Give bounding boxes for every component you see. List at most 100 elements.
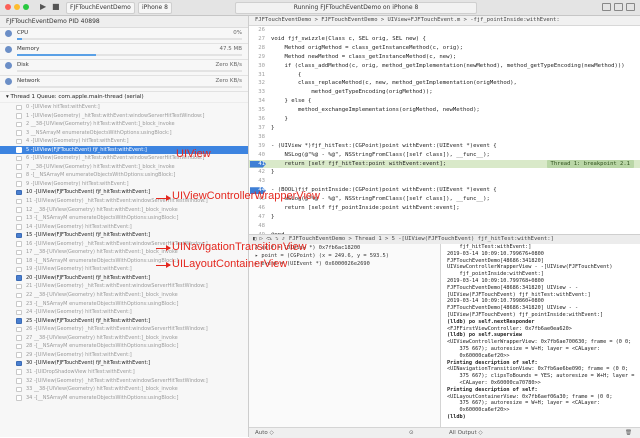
code-line[interactable]: 41 return [self fjf_hitTest:point withEv… [249, 159, 640, 169]
stack-frame[interactable]: 24 -[UIView(Geometry) hitTest:withEvent:… [0, 308, 248, 317]
stack-frame[interactable]: 0 -[UIView hitTest:withEvent:] [0, 103, 248, 112]
code-line[interactable]: 30 if (class_addMethod(c, orig, method_g… [249, 62, 640, 71]
stack-frame[interactable]: 23 -[__NSArrayM enumerateObjectsWithOpti… [0, 300, 248, 309]
stack-frame[interactable]: 28 -[__NSArrayM enumerateObjectsWithOpti… [0, 342, 248, 351]
gauge-cpu[interactable]: CPU 0% [0, 28, 248, 44]
code-line[interactable]: 46 return [self fjf_pointInside:point wi… [249, 204, 640, 213]
stack-frame[interactable]: 12 __38-[UIView(Geometry) hitTest:withEv… [0, 206, 248, 215]
thread-row[interactable]: ▾ Thread 1 Queue: com.apple.main-thread … [0, 92, 248, 103]
frame-icon [16, 104, 22, 110]
gauge-network[interactable]: Network Zero KB/s [0, 76, 248, 92]
stack-frame[interactable]: 29 -[UIView(Geometry) hitTest:withEvent:… [0, 351, 248, 360]
console-line: <FJFFirstViewController: 0x7fb6ae0ea620> [447, 325, 572, 332]
stack-frame[interactable]: 21 -[UIView(Geometry) _hitTest:withEvent… [0, 282, 248, 291]
code-line[interactable]: 48 [249, 222, 640, 231]
line-number[interactable]: 40 [249, 151, 265, 160]
code-line[interactable]: 37} [249, 124, 640, 133]
line-number[interactable]: 28 [249, 44, 265, 53]
line-number[interactable]: 42 [249, 168, 265, 177]
annotation-arrow-head [166, 195, 171, 201]
code-line[interactable]: 29 Method newMethod = class_getInstanceM… [249, 53, 640, 62]
stack-frame[interactable]: 8 -[__NSArrayM enumerateObjectsWithOptio… [0, 171, 248, 180]
gauge-disk[interactable]: Disk Zero KB/s [0, 60, 248, 76]
stack-frame[interactable]: 3 __NSArrayM enumerateObjectsWithOptions… [0, 129, 248, 138]
line-number[interactable]: 48 [249, 222, 265, 231]
stack-frame[interactable]: 26 -[UIView(Geometry) _hitTest:withEvent… [0, 325, 248, 334]
stack-frame[interactable]: 9 -[UIView(Geometry) hitTest:withEvent:] [0, 180, 248, 189]
line-number[interactable]: 27 [249, 35, 265, 44]
close-window-button[interactable] [5, 4, 11, 10]
code-line[interactable]: 39 - (UIView *)fjf_hitTest:(CGPoint)point… [249, 142, 640, 151]
stack-frame[interactable]: 32 -[UIView(Geometry) _hitTest:withEvent… [0, 377, 248, 386]
code-line[interactable]: 27 void fjf_swizzle(Class c, SEL orig, SE… [249, 35, 640, 44]
stack-frame[interactable]: 15 -[UIView(FJFTouchEvent) fjf_hitTest:w… [0, 231, 248, 240]
line-number[interactable]: 26 [249, 26, 265, 35]
code-area[interactable]: 26 27 void fjf_swizzle(Class c, SEL orig, … [249, 26, 640, 238]
code-line[interactable]: 43 [249, 177, 640, 186]
navigator-toggle-icon[interactable] [602, 3, 611, 11]
line-number[interactable]: 37 [249, 124, 265, 133]
stop-icon[interactable]: ■ [52, 2, 60, 12]
stack-frame[interactable]: 34 -[__NSArrayM enumerateObjectsWithOpti… [0, 394, 248, 403]
code-line[interactable]: 32 class_replaceMethod(c, new, method_ge… [249, 79, 640, 88]
debug-area-toggle-icon[interactable] [614, 3, 623, 11]
console-line: (lldb) po self.nextResponder [447, 318, 535, 325]
code-line[interactable]: 33 method_getTypeEncoding(origMethod)); [249, 88, 640, 97]
stack-frame[interactable]: 7 __38-[UIView(Geometry) hitTest:withEve… [0, 163, 248, 172]
code-line[interactable]: 42} [249, 168, 640, 177]
frame-label: 33 __38-[UIView(Geometry) hitTest:withEv… [26, 386, 178, 393]
stack-frame[interactable]: 2 __38-[UIView(Geometry) hitTest:withEve… [0, 120, 248, 129]
code-line[interactable]: 28 Method origMethod = class_getInstance… [249, 44, 640, 53]
code-line[interactable]: 38 [249, 133, 640, 142]
frame-label: 3 __NSArrayM enumerateObjectsWithOptions… [26, 129, 172, 136]
line-number[interactable]: 46 [249, 204, 265, 213]
line-number[interactable]: 41 [249, 160, 265, 169]
console-line: 0x60000ca6ef20>> [447, 352, 510, 359]
code-line[interactable]: 36 } [249, 115, 640, 124]
inspector-toggle-icon[interactable] [626, 3, 635, 11]
scheme-selector[interactable]: FJFTouchEventDemo [66, 2, 135, 14]
stack-frame[interactable]: 30 -[UIView(FJFTouchEvent) fjf_hitTest:w… [0, 359, 248, 368]
line-number[interactable]: 31 [249, 71, 265, 80]
code-line[interactable]: 35 method_exchangeImplementations(origMe… [249, 106, 640, 115]
line-number[interactable]: 34 [249, 97, 265, 106]
line-number[interactable]: 30 [249, 62, 265, 71]
frame-icon [16, 283, 22, 290]
line-number[interactable]: 43 [249, 177, 265, 186]
stack-frame[interactable]: 1 -[UIView(Geometry) _hitTest:withEvent:… [0, 112, 248, 121]
stack-frame[interactable]: 31 -[UIDropShadowView hitTest:withEvent:… [0, 368, 248, 377]
code-line[interactable]: 47} [249, 213, 640, 222]
line-number[interactable]: 39 [249, 142, 265, 151]
process-header[interactable]: FJFTouchEventDemo PID 40898 [0, 16, 248, 28]
device-selector[interactable]: iPhone 8 [138, 2, 172, 14]
jump-bar[interactable]: FJFTouchEventDemo > FJFTouchEventDemo > … [249, 16, 640, 26]
gauge-memory[interactable]: Memory 47.5 MB [0, 44, 248, 60]
line-number[interactable]: 29 [249, 53, 265, 62]
stack-frame[interactable]: 27 __38-[UIView(Geometry) hitTest:withEv… [0, 334, 248, 343]
gauge-label: CPU [17, 30, 29, 36]
code-line[interactable]: 40 NSLog(@"%@ - %@", NSStringFromClass([… [249, 151, 640, 160]
line-number[interactable]: 32 [249, 79, 265, 88]
stack-frame[interactable]: 4 -[UIView(Geometry) hitTest:withEvent:] [0, 137, 248, 146]
line-number[interactable]: 36 [249, 115, 265, 124]
stack-frame[interactable]: 20 -[UIView(FJFTouchEvent) fjf_hitTest:w… [0, 274, 248, 283]
console-view[interactable]: fjf_hitTest:withEvent:] 2019-03-14 10:09:… [441, 244, 640, 427]
stack-frame[interactable]: 14 -[UIView(Geometry) hitTest:withEvent:… [0, 223, 248, 232]
line-number[interactable]: 47 [249, 213, 265, 222]
frame-label: 17 __38-[UIView(Geometry) hitTest:withEv… [26, 249, 178, 256]
minimize-window-button[interactable] [14, 4, 20, 10]
code-line[interactable]: 26 [249, 26, 640, 35]
line-number[interactable]: 35 [249, 106, 265, 115]
zoom-window-button[interactable] [23, 4, 29, 10]
stack-frame[interactable]: 25 -[UIView(FJFTouchEvent) fjf_hitTest:w… [0, 317, 248, 326]
run-icon[interactable]: ▶ [40, 2, 46, 12]
gauge-label: Disk [17, 62, 29, 68]
line-number[interactable]: 38 [249, 133, 265, 142]
stack-frame[interactable]: 13 -[__NSArrayM enumerateObjectsWithOpti… [0, 214, 248, 223]
line-number[interactable]: 33 [249, 88, 265, 97]
line-number[interactable]: 44 [249, 186, 265, 195]
code-line[interactable]: 31 { [249, 71, 640, 80]
stack-frame[interactable]: 33 __38-[UIView(Geometry) hitTest:withEv… [0, 385, 248, 394]
code-line[interactable]: 34 } else { [249, 97, 640, 106]
stack-frame[interactable]: 22 __38-[UIView(Geometry) hitTest:withEv… [0, 291, 248, 300]
